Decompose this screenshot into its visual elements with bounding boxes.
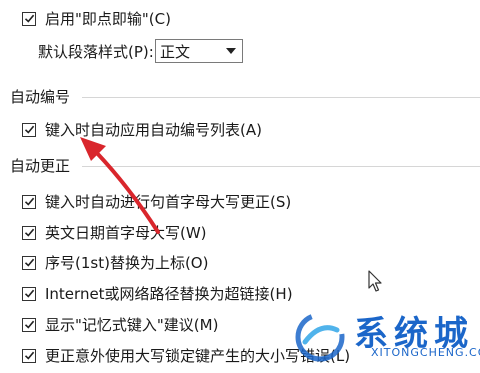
- capitalize-date-checkbox[interactable]: [22, 225, 36, 240]
- hyperlink-label: Internet或网络路径替换为超链接(H): [45, 285, 293, 303]
- checkmark-icon: [24, 289, 34, 298]
- ordinal-superscript-label: 序号(1st)替换为上标(O): [45, 254, 209, 272]
- capitalize-sentence-label: 键入时自动进行句首字母大写更正(S): [45, 193, 292, 211]
- group-title-text: 自动更正: [10, 157, 71, 175]
- checkmark-icon: [24, 14, 34, 23]
- group-title-auto-numbering: 自动编号: [10, 86, 70, 107]
- group-title-text: 自动编号: [10, 88, 71, 106]
- capitalize-sentence-option[interactable]: 键入时自动进行句首字母大写更正(S): [22, 191, 291, 212]
- capitalize-date-option[interactable]: 英文日期首字母大写(W): [22, 222, 207, 243]
- group-title-auto-correct: 自动更正: [10, 155, 70, 176]
- default-paragraph-style-value: 正文: [160, 42, 191, 61]
- caps-lock-correct-checkbox[interactable]: [22, 348, 36, 363]
- auto-numbering-list-checkbox[interactable]: [22, 122, 36, 137]
- group-divider: [82, 97, 480, 98]
- capitalize-sentence-checkbox[interactable]: [22, 194, 36, 209]
- autocomplete-suggestion-checkbox[interactable]: [22, 317, 36, 332]
- default-paragraph-style-select[interactable]: 正文: [155, 39, 243, 63]
- default-paragraph-style-row: 默认段落样式(P):: [38, 41, 154, 62]
- auto-numbering-list-label: 键入时自动应用自动编号列表(A): [45, 121, 262, 139]
- chevron-down-icon: [226, 48, 236, 54]
- watermark-logo-icon: [295, 312, 345, 362]
- instant-input-label: 启用"即点即输"(C): [45, 10, 171, 28]
- autocomplete-suggestion-label: 显示"记忆式键入"建议(M): [45, 316, 219, 334]
- autocomplete-suggestion-option[interactable]: 显示"记忆式键入"建议(M): [22, 314, 218, 335]
- checkmark-icon: [24, 125, 34, 134]
- checkmark-icon: [24, 351, 34, 360]
- checkmark-icon: [24, 320, 34, 329]
- checkmark-icon: [24, 258, 34, 267]
- watermark-url: XITONGCHENG.COM: [371, 346, 480, 359]
- capitalize-date-label: 英文日期首字母大写(W): [45, 224, 207, 242]
- ordinal-superscript-option[interactable]: 序号(1st)替换为上标(O): [22, 252, 208, 273]
- checkmark-icon: [24, 197, 34, 206]
- ordinal-superscript-checkbox[interactable]: [22, 255, 36, 270]
- hyperlink-checkbox[interactable]: [22, 286, 36, 301]
- default-paragraph-style-label: 默认段落样式(P):: [38, 43, 154, 61]
- instant-input-option[interactable]: 启用"即点即输"(C): [22, 8, 171, 29]
- checkmark-icon: [24, 228, 34, 237]
- group-divider: [82, 166, 480, 167]
- auto-numbering-list-option[interactable]: 键入时自动应用自动编号列表(A): [22, 119, 262, 140]
- mouse-cursor-icon: [368, 270, 382, 292]
- instant-input-checkbox[interactable]: [22, 11, 36, 26]
- hyperlink-option[interactable]: Internet或网络路径替换为超链接(H): [22, 283, 293, 304]
